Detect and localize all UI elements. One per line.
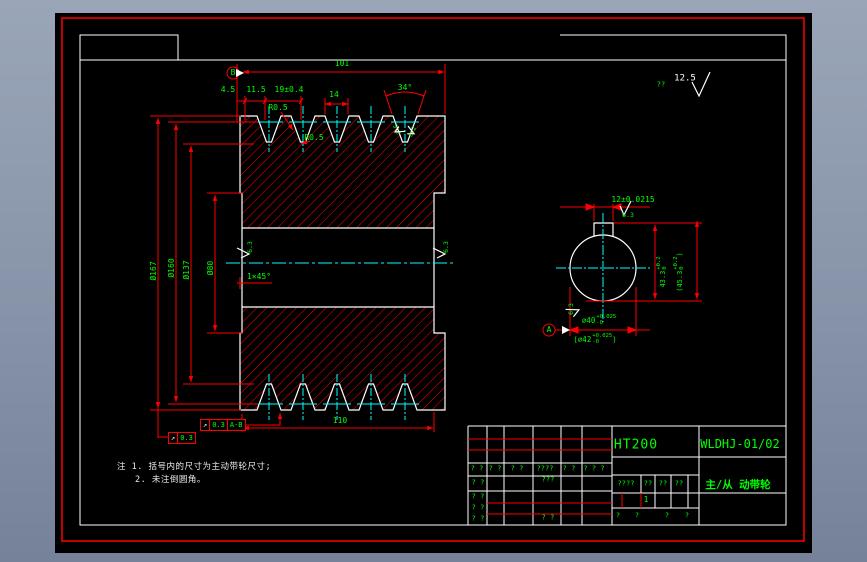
title-header-cell-3: ???? [536,464,554,473]
dim-keyway-depth: 43.3 +0.2 0 [656,256,668,288]
title-header-cell-2: ? ? [510,464,524,473]
dim-total-width: 101 [334,59,350,68]
runout-value: 0.3 [209,420,227,430]
title-bottom-cell-2: ? [664,511,670,520]
dim-bore-roughness-right: 6.3 [441,241,450,253]
dim-outer-diameter: Ø167 [149,261,158,281]
dim-groove-pitch: 19±0.4 [274,85,304,94]
dim-root-diameter: Ø137 [182,260,191,280]
dim-groove-angle: 34° [397,83,413,92]
dim-groove-offset: 11.5 [246,85,266,94]
title-scale-cell-1: ?? [643,479,653,488]
title-bottom-cell-0: ? [615,511,621,520]
dim-bore-diameter: ⌀40 +0.025 -0 [581,314,617,326]
title-left-row-2: ? ? [471,503,485,512]
datum-b-label: B [230,68,236,77]
title-header-cell-0: ? ? [470,464,484,473]
runout-symbol: ↗ [203,420,208,429]
runout-symbol-2: ↗ [171,433,176,442]
title-quantity: 1 [643,495,649,504]
title-header-cell-4: ? ? [562,464,576,473]
section-bottom-half [239,306,446,411]
dim-groove-radius-bottom: R0.5 [304,133,324,142]
runout-value-2: 0.3 [177,433,195,443]
title-part-name: 主/从 动带轮 [705,478,771,491]
datum-a-label: A [546,325,552,334]
title-bottom-cell-3: ? [684,511,690,520]
dim-bore-roughness-left: 6.3 [245,241,254,253]
dim-keyway-roughness: 6.3 [622,210,634,219]
title-left-row-3: ? ? [471,514,485,523]
runout-frame-ab: ↗ 0.3 A-B [200,419,246,431]
dim-keyway-depth-alt: (45.3 +0.2 0) [673,252,685,292]
dim-pitch-diameter: Ø160 [167,258,176,278]
title-center-bottom: ? ? [541,513,555,522]
runout-datum: A-B [226,420,245,430]
dim-groove-radius-top: R0.5 [268,103,288,112]
title-left-row-1: ? ? [471,492,485,501]
general-roughness-prefix: ?? [656,80,666,89]
dim-side-bore-roughness: 6.3 [566,303,575,315]
dim-groove-top-width: 14 [329,90,339,99]
dim-bore-chamfer: 1×45° [246,272,272,281]
title-scale-cell-3: ?? [674,479,684,488]
datum-b-flag [236,69,244,77]
dim-edge-offset: 4.5 [220,85,236,94]
title-material: HT200 [613,437,659,453]
application-window: { "annotations": { "general_roughness_pr… [0,0,867,562]
cad-drawing [61,17,805,542]
dim-keyway-width: 12±0.0215 [611,195,655,204]
title-bottom-cell-1: ? [634,511,640,520]
note-line-2: 2. 未注倒圆角。 [135,475,206,485]
general-roughness-value: 12.5 [674,73,696,84]
title-center-top: ??? [541,475,555,484]
dim-hub-diameter: Ø80 [206,260,215,276]
cad-viewport[interactable]: B A 101 4.5 11.5 19±0.4 R0.5 R0.5 14 34°… [55,13,812,553]
dim-hub-width: 110 [332,416,348,425]
runout-frame-2: ↗ 0.3 [168,432,196,444]
title-left-row-0: ? ? [471,478,485,487]
title-scale-cell-0: ???? [617,479,635,488]
datum-a-flag [562,326,570,334]
title-scale-cell-2: ?? [658,479,668,488]
dim-bore-diameter-alt: (⌀42 +0.025 -0) [573,333,617,345]
note-line-1: 注 1. 括号内的尺寸为主动带轮尺寸; [117,462,272,472]
title-header-cell-5: ? ? ? [583,464,605,473]
frame-corner-box [79,34,179,61]
title-drawing-number: WLDHJ-01/02 [700,437,780,451]
title-header-cell-1: ? ? [488,464,502,473]
